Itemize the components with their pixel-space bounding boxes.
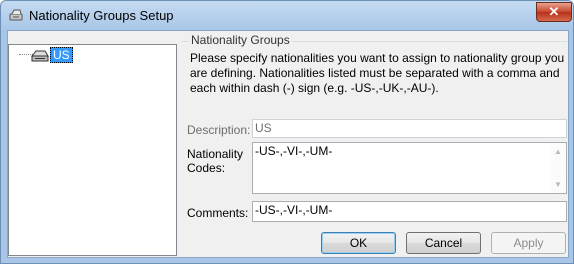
app-icon — [9, 9, 23, 21]
close-icon: ✕ — [548, 4, 560, 19]
description-value: US — [255, 121, 272, 135]
window-title: Nationality Groups Setup — [29, 8, 174, 23]
instructions-text: Please specify nationalities you want to… — [190, 51, 565, 95]
nationality-groups-panel: Nationality Groups Please specify nation… — [181, 33, 567, 256]
cancel-button[interactable]: Cancel — [406, 232, 481, 254]
group-tree[interactable]: US — [8, 44, 177, 256]
group-icon — [31, 50, 49, 62]
comments-value: -US-,-VI-,-UM- — [255, 203, 333, 217]
comments-field[interactable]: -US-,-VI-,-UM- — [252, 201, 567, 222]
comments-label: Comments: — [187, 206, 249, 220]
description-label: Description: — [187, 123, 251, 137]
dialog-window: Nationality Groups Setup ✕ US Nationalit… — [0, 0, 574, 264]
scroll-up-icon[interactable]: ▲ — [554, 147, 562, 156]
nationality-codes-label: Nationality Codes: — [187, 147, 244, 175]
group-legend: Nationality Groups — [189, 33, 292, 47]
apply-button[interactable]: Apply — [491, 232, 566, 254]
ok-button[interactable]: OK — [321, 232, 396, 254]
title-bar[interactable]: Nationality Groups Setup ✕ — [1, 1, 573, 30]
close-button[interactable]: ✕ — [536, 2, 572, 22]
dialog-body: US Nationality Groups Please specify nat… — [7, 30, 569, 258]
nationality-codes-value: -US-,-VI-,-UM- — [255, 144, 333, 158]
scroll-down-icon[interactable]: ▼ — [554, 180, 562, 189]
tree-item-us[interactable]: US — [50, 47, 73, 63]
nationality-codes-field[interactable]: -US-,-VI-,-UM- ▲ ▼ — [252, 142, 567, 194]
codes-scrollbar[interactable]: ▲ ▼ — [550, 143, 566, 193]
description-field[interactable]: US — [252, 119, 567, 138]
